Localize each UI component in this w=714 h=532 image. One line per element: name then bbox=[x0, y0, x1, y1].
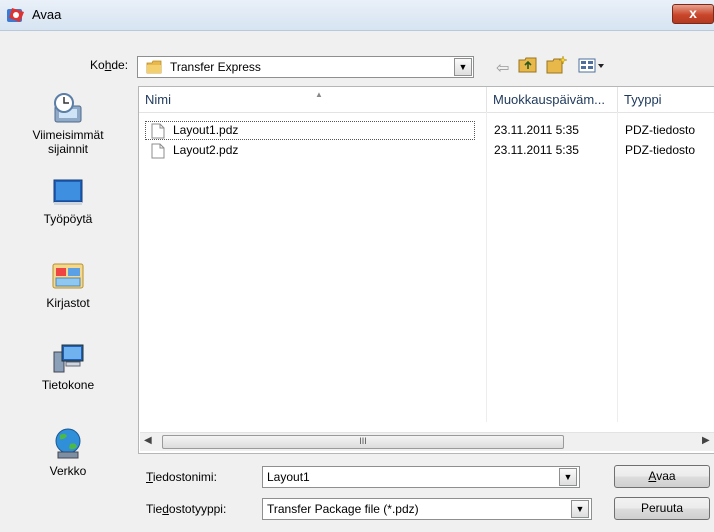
lookin-value: Transfer Express bbox=[170, 60, 261, 74]
file-date: 23.11.2011 5:35 bbox=[494, 123, 579, 137]
place-network[interactable]: Verkko bbox=[0, 426, 136, 478]
desktop-icon bbox=[53, 179, 83, 205]
chevron-down-icon: ▼ bbox=[458, 62, 468, 72]
lookin-dropdown-button[interactable]: ▼ bbox=[454, 58, 472, 76]
chevron-down-icon: ▼ bbox=[563, 472, 573, 482]
file-icon bbox=[151, 143, 165, 159]
lookin-label: Kohde: bbox=[90, 58, 129, 72]
file-name: Layout2.pdz bbox=[173, 143, 239, 157]
file-list[interactable]: Nimi ▲ Muokkauspäiväm... Tyyppi Layout1.… bbox=[138, 86, 714, 454]
file-date: 23.11.2011 5:35 bbox=[494, 143, 579, 157]
scrollbar-thumb[interactable]: III bbox=[162, 435, 564, 449]
network-icon bbox=[55, 428, 81, 459]
close-icon: x bbox=[689, 5, 697, 21]
folder-icon bbox=[146, 60, 162, 74]
app-icon bbox=[7, 8, 24, 22]
place-label: Viimeisimmät bbox=[32, 128, 104, 142]
column-date[interactable]: Muokkauspäiväm... bbox=[487, 87, 615, 112]
scroll-right-icon[interactable]: ▶ bbox=[702, 435, 710, 446]
column-name[interactable]: Nimi bbox=[139, 87, 486, 112]
place-desktop[interactable]: Työpöytä bbox=[0, 178, 136, 226]
place-label: Tietokone bbox=[41, 378, 95, 392]
place-computer[interactable]: Tietokone bbox=[0, 342, 136, 392]
place-label-line2: sijainnit bbox=[47, 142, 89, 156]
libraries-icon bbox=[52, 263, 84, 289]
back-icon[interactable]: ⇦ bbox=[496, 58, 509, 78]
file-name: Layout1.pdz bbox=[173, 123, 239, 137]
horizontal-scrollbar[interactable]: ◀ III ▶ bbox=[140, 432, 714, 451]
place-label: Verkko bbox=[49, 464, 87, 478]
scroll-left-icon[interactable]: ◀ bbox=[144, 435, 152, 446]
filename-dropdown-button[interactable]: ▼ bbox=[559, 468, 577, 486]
column-header: Nimi ▲ Muokkauspäiväm... Tyyppi bbox=[139, 87, 714, 113]
place-label: Työpöytä bbox=[43, 212, 93, 226]
place-label: Kirjastot bbox=[46, 296, 90, 310]
filetype-value: Transfer Package file (*.pdz) bbox=[267, 502, 419, 516]
sort-ascending-icon: ▲ bbox=[315, 90, 323, 99]
filetype-label: Tiedostotyyppi: bbox=[146, 502, 227, 516]
lookin-combo[interactable]: Transfer Express ▼ bbox=[137, 56, 474, 78]
file-row[interactable]: Layout1.pdz 23.11.2011 5:35 PDZ-tiedosto bbox=[139, 121, 714, 141]
column-type[interactable]: Tyyppi bbox=[618, 87, 714, 112]
open-button[interactable]: Avaa bbox=[614, 465, 710, 488]
views-menu-icon[interactable] bbox=[578, 58, 606, 74]
chevron-down-icon: ▼ bbox=[575, 504, 585, 514]
grip-icon: III bbox=[359, 436, 367, 446]
title-bar: Avaa x bbox=[0, 0, 714, 31]
computer-icon bbox=[53, 344, 84, 373]
up-folder-icon[interactable] bbox=[518, 56, 538, 74]
filename-value: Layout1 bbox=[267, 470, 310, 484]
file-type: PDZ-tiedosto bbox=[625, 143, 696, 157]
filename-label: Tiedostonimi: bbox=[146, 470, 217, 484]
recent-places-icon bbox=[54, 93, 82, 123]
place-recent[interactable]: Viimeisimmät sijainnit bbox=[0, 92, 136, 156]
file-row[interactable]: Layout2.pdz 23.11.2011 5:35 PDZ-tiedosto bbox=[139, 141, 714, 161]
filetype-select[interactable]: Transfer Package file (*.pdz) ▼ bbox=[262, 498, 592, 520]
place-libraries[interactable]: Kirjastot bbox=[0, 260, 136, 310]
close-button[interactable]: x bbox=[672, 4, 714, 24]
places-bar: Viimeisimmät sijainnit Työpöytä Kirjasto… bbox=[0, 88, 136, 500]
filetype-dropdown-button[interactable]: ▼ bbox=[571, 500, 589, 518]
filename-input[interactable]: Layout1 ▼ bbox=[262, 466, 580, 488]
file-icon bbox=[151, 123, 165, 139]
cancel-button[interactable]: Peruuta bbox=[614, 497, 710, 520]
window-title: Avaa bbox=[32, 7, 62, 22]
new-folder-icon[interactable] bbox=[546, 55, 568, 75]
file-type: PDZ-tiedosto bbox=[625, 123, 696, 137]
